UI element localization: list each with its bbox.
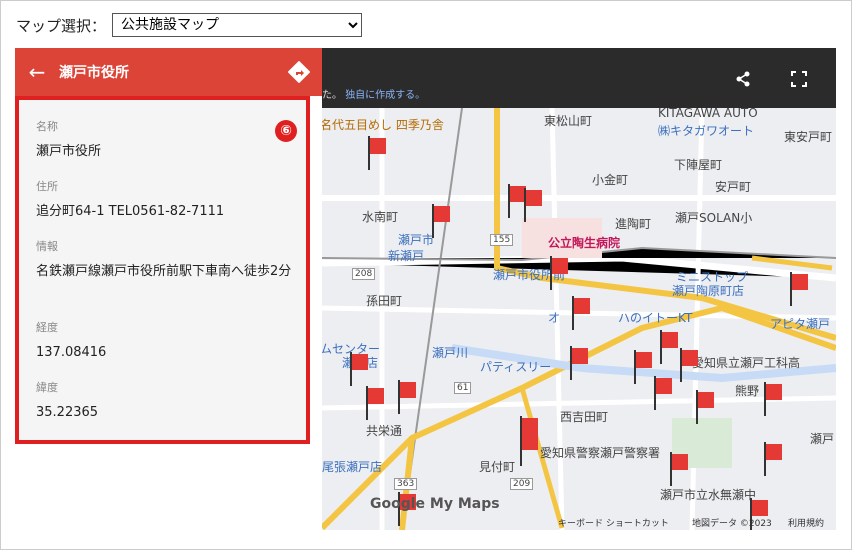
field-latitude: 緯度 35.22365 [36, 379, 98, 423]
map-label: 水南町 [362, 210, 399, 224]
map-data-attribution: 地図データ ©2023 [692, 519, 772, 529]
place-marker[interactable] [658, 330, 680, 364]
field-longitude: 経度 137.08416 [36, 319, 106, 363]
map-label: KITAGAWA AUTO [658, 108, 758, 120]
map-label: 瀬戸市 [398, 233, 435, 247]
panel-title: 瀬戸市役所 [59, 65, 129, 81]
field-value: 追分町64-1 TEL0561-82-7111 [36, 204, 225, 219]
google-mymaps-logo: Google My Maps [370, 496, 500, 512]
map-label: 下陣屋町 [674, 158, 723, 172]
map-label: 小金町 [592, 173, 629, 187]
place-marker[interactable] [762, 382, 784, 416]
route-number: 208 [352, 268, 376, 280]
map-label: 愛知県警察瀬戸警察署 [540, 446, 661, 460]
share-icon[interactable] [732, 68, 754, 90]
map-label: 東安戸町 [784, 130, 833, 144]
map-label: 愛知県立瀬戸工科高 [692, 356, 801, 370]
field-label: 情報 [36, 240, 58, 253]
map-label: 公立陶生病院 [548, 236, 621, 250]
place-marker[interactable] [652, 376, 674, 410]
field-address: 住所 追分町64-1 TEL0561-82-7111 [36, 178, 224, 222]
map-label: 西吉田町 [560, 410, 609, 424]
map-label: パティスリー [480, 360, 552, 374]
map-embed: た。 独自に作成する。 名代五目めし 四季乃舎 東松山町 KITAGAWA AU… [15, 48, 836, 530]
route-number: 61 [454, 382, 472, 394]
place-marker[interactable] [788, 272, 810, 306]
toolbar-note: た。 独自に作成する。 [322, 86, 425, 101]
map-label: ㈱キタガワオート [658, 124, 755, 138]
place-details-panel: ← 瀬戸市役所 ⑥ 名称 瀬戸市役所 住所 追分町64-1 TEL0561-82… [15, 48, 322, 530]
place-marker[interactable] [518, 432, 540, 466]
route-number: 363 [394, 478, 418, 490]
back-arrow-icon[interactable]: ← [15, 60, 59, 84]
place-marker[interactable] [678, 348, 700, 382]
step-number-badge: ⑥ [275, 120, 297, 142]
place-marker[interactable] [522, 188, 544, 222]
keyboard-shortcuts-link[interactable]: キーボード ショートカット [558, 516, 669, 529]
map-select-bar: マップ選択： 公共施設マップ [16, 12, 363, 38]
map-label: 瀬戸SOLAN小 [675, 211, 753, 225]
map-label: 見付町 [479, 460, 516, 474]
field-label: 名称 [36, 120, 58, 133]
toolbar-note-text: た。 [322, 90, 342, 101]
place-marker[interactable] [396, 380, 418, 414]
place-marker[interactable] [668, 452, 690, 486]
place-marker[interactable] [364, 386, 386, 420]
map-toolbar: た。 独自に作成する。 [322, 48, 836, 108]
terms-link[interactable]: 利用規約 [788, 516, 824, 529]
map-select-label: マップ選択： [16, 16, 107, 35]
map-label: 瀬戸川 [432, 346, 469, 360]
field-name: 名称 瀬戸市役所 [36, 118, 101, 162]
place-marker[interactable] [568, 346, 590, 380]
field-value: 名鉄瀬戸線瀬戸市役所前駅下車南へ徒歩2分 [36, 264, 292, 279]
map-canvas[interactable]: 名代五目めし 四季乃舎 東松山町 KITAGAWA AUTO ㈱キタガワオート … [322, 108, 836, 530]
map-label: 新瀬戸 [388, 249, 425, 263]
field-label: 緯度 [36, 381, 58, 394]
field-label: 住所 [36, 180, 58, 193]
map-label: 孫田町 [366, 294, 403, 308]
map-label: 進陶町 [615, 217, 652, 231]
map-label: 名代五目めし 四季乃舎 [322, 118, 444, 132]
place-marker[interactable] [548, 256, 570, 290]
place-marker[interactable] [694, 390, 716, 424]
map-label: 共栄通 [366, 424, 403, 438]
fullscreen-icon[interactable] [788, 68, 810, 90]
route-number: 209 [510, 478, 534, 490]
map-label: ハのイトーKT [618, 311, 693, 325]
field-label: 経度 [36, 321, 58, 334]
map-label: 安戸町 [715, 180, 752, 194]
field-value: 35.22365 [36, 405, 99, 420]
field-value: 137.08416 [36, 345, 107, 360]
map-select-dropdown[interactable]: 公共施設マップ [112, 13, 363, 37]
directions-icon[interactable] [287, 60, 311, 84]
place-marker[interactable] [348, 352, 370, 386]
place-marker[interactable] [366, 136, 388, 170]
map-label: 東松山町 [544, 114, 593, 128]
map-label: アピタ瀬戸 [770, 317, 831, 331]
map-label: オ [548, 311, 561, 325]
map-footer: キーボード ショートカット 地図データ ©2023 利用規約 [322, 512, 836, 530]
map-label: 瀬戸 [810, 432, 835, 446]
details-highlight-box: ⑥ 名称 瀬戸市役所 住所 追分町64-1 TEL0561-82-7111 情報… [15, 96, 310, 444]
map-label: 瀬戸陶原町店 [672, 284, 745, 298]
map-label: 熊野 [735, 384, 760, 398]
place-marker[interactable] [570, 296, 592, 330]
place-marker[interactable] [430, 204, 452, 238]
field-value: 瀬戸市役所 [36, 144, 102, 159]
place-marker[interactable] [632, 350, 654, 384]
route-number: 155 [490, 234, 514, 246]
map-label: 尾張瀬戸店 [322, 460, 383, 474]
create-own-link[interactable]: 独自に作成する。 [345, 90, 425, 101]
field-info: 情報 名鉄瀬戸線瀬戸市役所前駅下車南へ徒歩2分 [36, 238, 301, 282]
panel-header: ← 瀬戸市役所 [15, 48, 322, 96]
place-marker[interactable] [762, 442, 784, 476]
map-label: 瀬戸市立水無瀬中 [660, 488, 757, 502]
